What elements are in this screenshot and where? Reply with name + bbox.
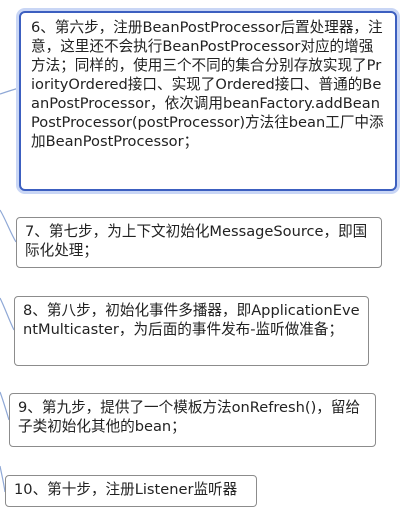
mind-map-canvas: 6、第六步，注册BeanPostProcessor后置处理器，注意，这里还不会执… (0, 0, 413, 517)
node-step-7[interactable]: 7、第七步，为上下文初始化MessageSource，即国际化处理； (16, 217, 382, 268)
node-step-6[interactable]: 6、第六步，注册BeanPostProcessor后置处理器，注意，这里还不会执… (19, 11, 397, 191)
connector-step-8 (0, 297, 15, 331)
node-step-8-text: 8、第八步，初始化事件多播器，即ApplicationEventMulticas… (23, 302, 360, 338)
connector-step-9 (0, 391, 10, 421)
connector-step-6 (0, 87, 20, 95)
node-step-7-text: 7、第七步，为上下文初始化MessageSource，即国际化处理； (25, 223, 368, 259)
node-step-8[interactable]: 8、第八步，初始化事件多播器，即ApplicationEventMulticas… (14, 296, 369, 366)
node-step-9-text: 9、第九步，提供了一个模板方法onRefresh()，留给子类初始化其他的bea… (18, 399, 361, 435)
node-step-10-text: 10、第十步，注册Listener监听器 (14, 481, 238, 498)
connector-step-7 (0, 209, 17, 243)
node-step-6-text: 6、第六步，注册BeanPostProcessor后置处理器，注意，这里还不会执… (31, 19, 384, 150)
node-step-10[interactable]: 10、第十步，注册Listener监听器 (5, 475, 257, 507)
node-step-9[interactable]: 9、第九步，提供了一个模板方法onRefresh()，留给子类初始化其他的bea… (9, 393, 376, 447)
